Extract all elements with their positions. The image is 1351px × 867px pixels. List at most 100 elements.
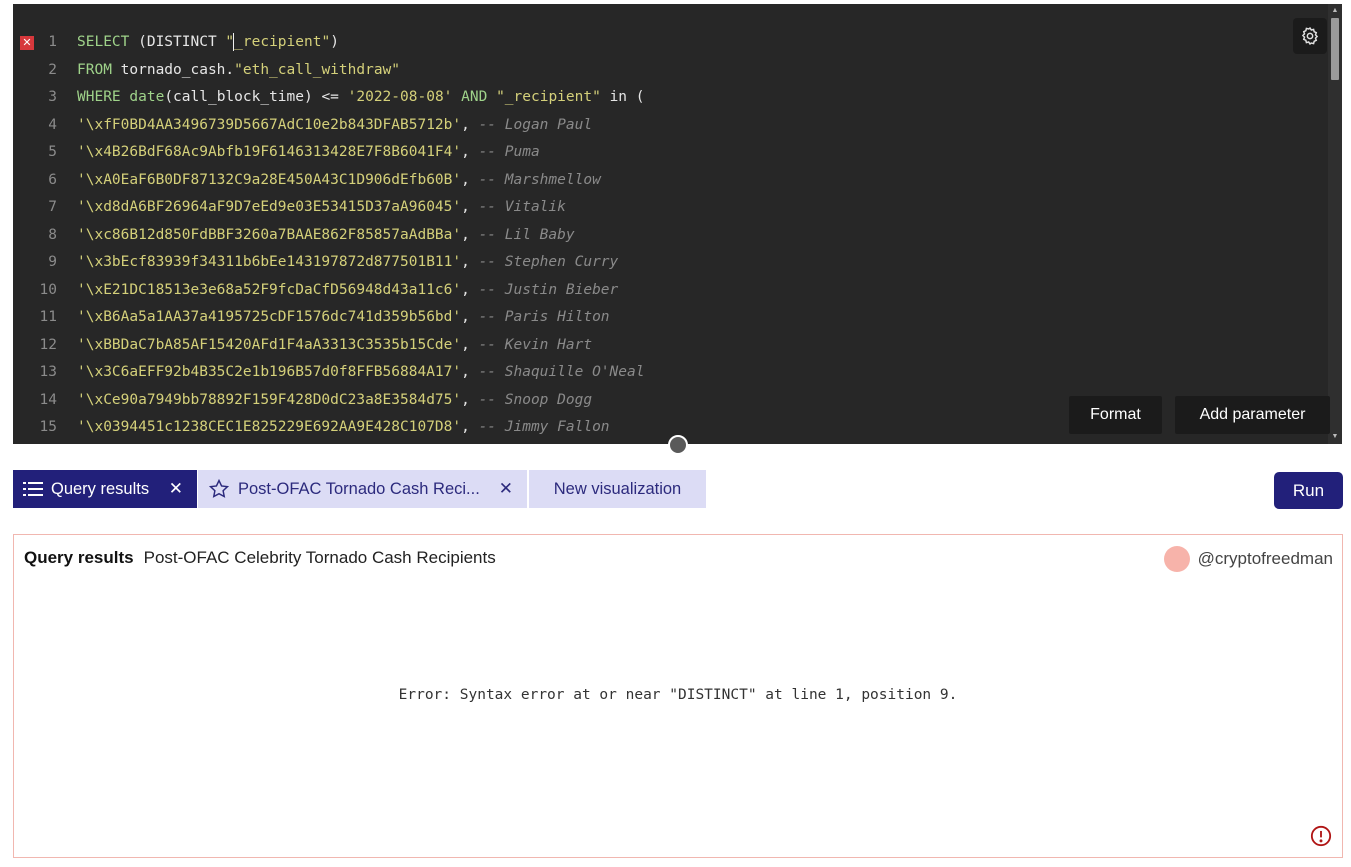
line-number: 4: [48, 116, 57, 133]
code-token: _recipient": [234, 34, 331, 50]
gear-icon: [1301, 27, 1319, 45]
code-token: '\x3bEcf83939f34311b6bEe143197872d877501…: [77, 254, 462, 270]
code-text: '\xd8dA6BF26964aF9D7eEd9e03E53415D37aA96…: [77, 194, 566, 222]
code-token: '\x0394451c1238CEC1E825229E692AA9E428C10…: [77, 419, 462, 435]
line-number: 10: [39, 281, 57, 298]
code-line[interactable]: 9 '\x3bEcf83939f34311b6bEe143197872d87750…: [13, 249, 1326, 277]
code-token: -- Justin Bieber: [478, 281, 619, 298]
code-token: '\xd8dA6BF26964aF9D7eEd9e03E53415D37aA96…: [77, 199, 462, 215]
code-token: -- Puma: [478, 144, 540, 160]
code-token: -- Vitalik: [478, 199, 566, 215]
code-text: '\xCe90a7949bb78892F159F428D0dC23a8E3584…: [77, 387, 592, 415]
code-text: '\xE21DC18513e3e68a52F9fcDaCfD56948d43a1…: [77, 277, 618, 305]
code-token: -- Jimmy Fallon: [478, 419, 610, 435]
error-alert-icon[interactable]: [1310, 825, 1332, 847]
scrollbar-thumb[interactable]: [1331, 18, 1339, 80]
code-line[interactable]: 5 '\x4B26BdF68Ac9Abfb19F6146313428E7F8B60…: [13, 139, 1326, 167]
code-line[interactable]: 7 '\xd8dA6BF26964aF9D7eEd9e03E53415D37aA9…: [13, 194, 1326, 222]
syntax-error-icon[interactable]: ✕: [20, 36, 34, 50]
results-panel: Query results Post-OFAC Celebrity Tornado…: [13, 534, 1343, 858]
code-text: '\x4B26BdF68Ac9Abfb19F6146313428E7F8B604…: [77, 139, 540, 167]
code-token: ,: [461, 309, 479, 325]
line-number: 9: [48, 254, 57, 270]
line-number: 8: [48, 226, 57, 243]
line-number: 1: [48, 34, 57, 50]
code-token: ): [330, 34, 339, 50]
code-token: '\x4B26BdF68Ac9Abfb19F6146313428E7F8B604…: [77, 144, 462, 160]
code-text: '\xA0EaF6B0DF87132C9a28E450A43C1D906dEfb…: [77, 167, 601, 195]
editor-settings-button[interactable]: [1293, 18, 1327, 54]
star-icon: [208, 478, 230, 498]
tab-visualization[interactable]: Post-OFAC Tornado Cash Reci... ✕: [198, 470, 527, 508]
code-token: '\xBBDaC7bA85AF15420AFd1F4aA3313C3535b15…: [77, 336, 462, 353]
code-line[interactable]: 3 WHERE date(call_block_time) <= '2022-08…: [13, 84, 1326, 112]
tab-new-visualization[interactable]: New visualization: [529, 470, 706, 508]
code-line[interactable]: 4 '\xfF0BD4AA3496739D5667AdC10e2b843DFAB5…: [13, 112, 1326, 140]
code-token: ,: [461, 336, 479, 353]
avatar: [1163, 546, 1190, 572]
code-token: ,: [461, 281, 479, 298]
code-token: in (: [600, 89, 645, 105]
code-line[interactable]: 8 '\xc86B12d850FdBBF3260a7BAAE862F85857aA…: [13, 222, 1326, 250]
code-token: ,: [461, 364, 479, 380]
code-token: '\xc86B12d850FdBBF3260a7BAAE862F85857aAd…: [77, 226, 462, 243]
code-token: -- Kevin Hart: [478, 336, 593, 353]
code-token: (call_block_time) <=: [164, 89, 348, 105]
code-line[interactable]: 12 '\xBBDaC7bA85AF15420AFd1F4aA3313C3535b…: [13, 332, 1326, 360]
code-token: '\xCe90a7949bb78892F159F428D0dC23a8E3584…: [77, 391, 462, 408]
close-icon[interactable]: ✕: [165, 479, 187, 499]
line-number: 6: [48, 171, 57, 188]
scroll-down-arrow-icon[interactable]: ▼: [1331, 433, 1339, 441]
code-token: ,: [461, 391, 479, 408]
code-token: (DISTINCT: [129, 34, 226, 50]
tab-query-results[interactable]: Query results ✕: [13, 470, 197, 508]
code-text: '\xBBDaC7bA85AF15420AFd1F4aA3313C3535b15…: [77, 332, 592, 360]
code-token: ,: [461, 226, 479, 243]
code-line[interactable]: ✕ 1 SELECT (DISTINCT "_recipient"): [13, 29, 1326, 57]
tab-query-results-label: Query results: [51, 479, 150, 498]
code-line[interactable]: 6 '\xA0EaF6B0DF87132C9a28E450A43C1D906dEf…: [13, 167, 1326, 195]
line-number: 7: [48, 199, 57, 215]
code-line[interactable]: 2 FROM tornado_cash."eth_call_withdraw": [13, 57, 1326, 85]
code-lines[interactable]: ✕ 1 SELECT (DISTINCT "_recipient") 2 FROM to…: [13, 29, 1326, 442]
editor-scrollbar[interactable]: ▲ ▼: [1328, 4, 1342, 444]
code-token: '\xfF0BD4AA3496739D5667AdC10e2b843DFAB57…: [77, 116, 462, 133]
results-heading: Query results: [24, 548, 134, 567]
code-token: ,: [461, 144, 479, 160]
add-parameter-button[interactable]: Add parameter: [1175, 396, 1330, 434]
run-button[interactable]: Run: [1274, 472, 1343, 509]
query-title[interactable]: Post-OFAC Celebrity Tornado Cash Recipie…: [144, 548, 496, 567]
code-token: ,: [461, 254, 479, 270]
code-token: tornado_cash.: [111, 61, 235, 78]
code-token: -- Stephen Curry: [478, 254, 619, 270]
line-number: 15: [39, 419, 57, 435]
close-icon[interactable]: ✕: [495, 479, 517, 499]
editor-resize-handle[interactable]: [668, 435, 688, 455]
code-token: WHERE: [77, 89, 121, 105]
author-link[interactable]: @cryptofreedman: [1163, 546, 1333, 572]
code-token: '\x3C6aEFF92b4B35C2e1b196B57d0f8FFB56884…: [77, 364, 462, 380]
code-text: WHERE date(call_block_time) <= '2022-08-…: [77, 84, 645, 112]
results-header: Query results Post-OFAC Celebrity Tornado…: [24, 548, 496, 568]
code-text: '\x3bEcf83939f34311b6bEe143197872d877501…: [77, 249, 618, 277]
scroll-up-arrow-icon[interactable]: ▲: [1331, 7, 1339, 15]
code-line[interactable]: 11 '\xB6Aa5a1AA37a4195725cDF1576dc741d359…: [13, 304, 1326, 332]
code-token: "eth_call_withdraw": [234, 61, 401, 78]
code-token: -- Lil Baby: [478, 226, 575, 243]
code-token: '2022-08-08': [347, 89, 453, 105]
code-line[interactable]: 10 '\xE21DC18513e3e68a52F9fcDaCfD56948d43…: [13, 277, 1326, 305]
code-token: -- Marshmellow: [478, 171, 601, 188]
line-number: 3: [48, 89, 57, 105]
format-button[interactable]: Format: [1069, 396, 1162, 434]
code-token: SELECT: [77, 34, 130, 50]
code-token: '\xB6Aa5a1AA37a4195725cDF1576dc741d359b5…: [77, 309, 462, 325]
line-number: 5: [48, 144, 57, 160]
list-icon: [23, 482, 43, 496]
code-token: ,: [461, 199, 479, 215]
line-number: 12: [39, 336, 57, 353]
code-text: '\xfF0BD4AA3496739D5667AdC10e2b843DFAB57…: [77, 112, 592, 140]
code-line[interactable]: 13 '\x3C6aEFF92b4B35C2e1b196B57d0f8FFB568…: [13, 359, 1326, 387]
sql-editor[interactable]: ✕ 1 SELECT (DISTINCT "_recipient") 2 FROM to…: [13, 4, 1342, 444]
